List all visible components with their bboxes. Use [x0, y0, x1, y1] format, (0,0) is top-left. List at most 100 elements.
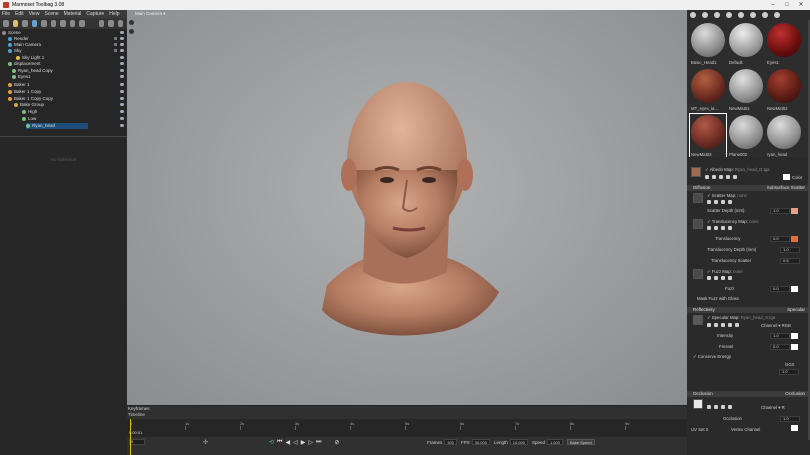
playhead[interactable]	[130, 419, 131, 455]
scatter-color-swatch[interactable]	[791, 208, 798, 214]
visibility-eye-icon[interactable]	[120, 83, 124, 86]
record-icon[interactable]: ⊘	[334, 439, 339, 446]
duplicate-icon[interactable]	[117, 20, 123, 27]
sphere-preview-icon[interactable]	[762, 12, 768, 18]
delete-material-icon[interactable]	[738, 12, 744, 18]
settings-icon[interactable]	[707, 200, 711, 204]
close-icon[interactable]	[728, 276, 732, 280]
timeline-ruler[interactable]: 0 1s 2s 3s 4s 5s 6s 7s 8s 9s	[127, 419, 687, 437]
intensity-color-swatch[interactable]	[791, 333, 798, 339]
ggx-select[interactable]: GGX	[785, 362, 795, 367]
settings-icon[interactable]	[705, 175, 709, 179]
material-swatch[interactable]: NewMat01	[728, 68, 764, 113]
visibility-eye-icon[interactable]	[120, 75, 124, 78]
occlusion-color-swatch[interactable]	[791, 425, 798, 431]
albedo-texture-slot[interactable]	[691, 167, 701, 177]
mask-fuzz-checkbox[interactable]: Mask Fuzz with Gloss	[697, 296, 739, 301]
fuzz-input[interactable]: 0.0	[770, 286, 790, 292]
close-icon[interactable]	[728, 405, 732, 409]
menu-edit[interactable]: Edit	[15, 11, 24, 17]
fuzz-texture-slot[interactable]	[693, 269, 703, 279]
lock-icon[interactable]	[114, 49, 117, 52]
diffusion-section-header[interactable]: Diffusion Subsurface Scatter	[687, 185, 808, 191]
prev-frame-icon[interactable]: ◁	[293, 439, 298, 446]
vertex-channel-select[interactable]: Vertex Channel	[731, 427, 760, 432]
fps-input[interactable]: 30.000	[471, 439, 490, 445]
settings-icon[interactable]	[707, 226, 711, 230]
delete-icon[interactable]	[108, 20, 114, 27]
occlusion-mode-select[interactable]: Occlusion	[785, 391, 805, 397]
save-material-icon[interactable]	[726, 12, 732, 18]
duplicate-material-icon[interactable]	[714, 12, 720, 18]
fresnel-color-swatch[interactable]	[791, 344, 798, 350]
search-icon[interactable]	[714, 226, 718, 230]
material-swatch[interactable]: Default	[728, 22, 764, 67]
refresh-icon[interactable]	[726, 175, 730, 179]
add-shadow-catcher-icon[interactable]	[69, 20, 75, 27]
translucency-texture-slot[interactable]	[693, 219, 703, 229]
reflectivity-section-header[interactable]: Reflectivity Specular	[687, 307, 808, 313]
intensity-input[interactable]: 1.0	[770, 333, 790, 339]
scatter-texture-slot[interactable]	[693, 193, 703, 203]
search-icon[interactable]	[714, 405, 718, 409]
import-material-icon[interactable]	[702, 12, 708, 18]
material-swatch[interactable]: Basic_Head1	[690, 22, 726, 67]
specular-texture-slot[interactable]	[693, 315, 703, 325]
search-icon[interactable]	[714, 276, 718, 280]
material-swatch[interactable]: NewMat02	[766, 68, 802, 113]
frame-input[interactable]: 0	[129, 439, 145, 445]
occlusion-section-header[interactable]: Occlusion Occlusion	[687, 391, 808, 397]
menu-view[interactable]: View	[29, 11, 40, 17]
material-swatch[interactable]: ryan_head	[766, 114, 802, 159]
edit-icon[interactable]	[721, 226, 725, 230]
tree-item-ryan-head[interactable]: Ryan_head	[26, 123, 88, 129]
visibility-eye-icon[interactable]	[120, 117, 124, 120]
settings-icon[interactable]	[774, 12, 780, 18]
occlusion-channel-select[interactable]: Channel ▾ R	[761, 405, 785, 411]
visibility-eye-icon[interactable]	[120, 62, 124, 65]
key-icon[interactable]: ✣	[203, 439, 208, 446]
visibility-eye-icon[interactable]	[120, 56, 124, 59]
close-icon[interactable]: ✕	[794, 0, 808, 10]
settings-icon[interactable]	[707, 276, 711, 280]
visibility-eye-icon[interactable]	[120, 103, 124, 106]
close-icon[interactable]	[735, 323, 739, 327]
prev-key-icon[interactable]: ◀	[285, 439, 290, 446]
folder-icon[interactable]	[98, 20, 104, 27]
tab-timeline[interactable]: Timeline	[128, 412, 145, 417]
specular-channel-select[interactable]: Channel ▾ RGB	[761, 323, 791, 329]
speed-input[interactable]: 1.000	[546, 439, 563, 445]
viewport[interactable]: Main Camera ▾	[127, 10, 687, 405]
menu-capture[interactable]: Capture	[86, 11, 104, 17]
translucency-color-swatch[interactable]	[791, 236, 798, 242]
material-swatch-selected[interactable]: NewMat03	[689, 113, 727, 160]
last-frame-icon[interactable]: ⏭	[316, 439, 321, 446]
scatter-depth-input[interactable]: 1.0	[770, 208, 790, 214]
ggx-input[interactable]: 1.0	[779, 369, 799, 375]
visibility-eye-icon[interactable]	[120, 110, 124, 113]
tab-keyframes[interactable]: Keyframes	[128, 406, 150, 411]
add-light-icon[interactable]	[12, 20, 18, 27]
reflectivity-mode-select[interactable]: Specular	[787, 307, 805, 313]
add-turntable-icon[interactable]	[60, 20, 66, 27]
edit-icon[interactable]	[721, 200, 725, 204]
occlusion-input[interactable]: 1.0	[780, 416, 800, 422]
close-icon[interactable]	[728, 200, 732, 204]
tree-item-low[interactable]: Low	[22, 116, 36, 122]
settings-icon[interactable]	[707, 323, 711, 327]
minimize-icon[interactable]: –	[766, 0, 780, 10]
visibility-eye-icon[interactable]	[120, 49, 124, 52]
visibility-eye-icon[interactable]	[120, 69, 124, 72]
edit-icon[interactable]	[721, 276, 725, 280]
occlusion-texture-slot[interactable]	[693, 399, 703, 409]
diffusion-mode-select[interactable]: Subsurface Scatter	[767, 185, 805, 191]
translucency-scatter-input[interactable]: 0.5	[780, 258, 800, 264]
visibility-eye-icon[interactable]	[120, 43, 124, 46]
fresnel-input[interactable]: 0.0	[770, 344, 790, 350]
close-icon[interactable]	[733, 175, 737, 179]
edit-material-icon[interactable]	[750, 12, 756, 18]
menu-file[interactable]: File	[2, 11, 10, 17]
albedo-color-swatch[interactable]	[783, 174, 790, 180]
tree-item-baker-1[interactable]: Baker 1	[8, 82, 30, 88]
translucency-depth-input[interactable]: 1.0	[780, 247, 800, 253]
